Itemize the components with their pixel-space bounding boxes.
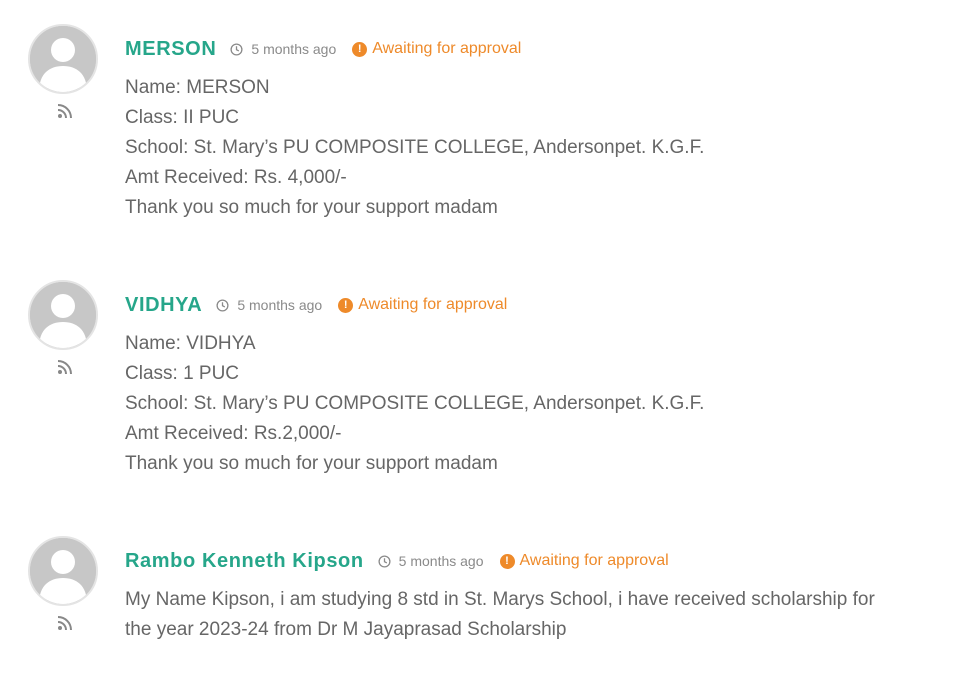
- comment-time[interactable]: 5 months ago: [378, 553, 484, 569]
- comment-time[interactable]: 5 months ago: [216, 297, 322, 313]
- default-avatar-icon: [30, 538, 96, 604]
- warning-icon: !: [352, 41, 368, 57]
- comment-body: Name: MERSON Class: II PUC School: St. M…: [125, 73, 955, 223]
- avatar[interactable]: [28, 280, 98, 350]
- default-avatar-icon: [30, 26, 96, 92]
- comment-time[interactable]: 5 months ago: [230, 41, 336, 57]
- comment-list: MERSON 5 months ago ! Awaiting for appro…: [0, 0, 972, 676]
- rss-icon[interactable]: [57, 615, 73, 631]
- avatar[interactable]: [28, 24, 98, 94]
- rss-icon[interactable]: [57, 103, 73, 119]
- clock-icon: [378, 554, 391, 568]
- comment-line: Amt Received: Rs.2,000/-: [125, 423, 342, 444]
- comment-line: My Name Kipson, i am studying 8 std in S…: [125, 589, 875, 610]
- comment-body: Name: VIDHYA Class: 1 PUC School: St. Ma…: [125, 329, 955, 479]
- comment-line: Class: 1 PUC: [125, 363, 240, 384]
- comment-header: VIDHYA 5 months ago ! Awaiting for appro…: [125, 290, 507, 320]
- comment-line: Name: VIDHYA: [125, 333, 256, 354]
- comment-line: Amt Received: Rs. 4,000/-: [125, 167, 347, 188]
- comment-author[interactable]: MERSON: [125, 38, 216, 61]
- status-text: Awaiting for approval: [519, 552, 669, 569]
- comment-time-text: 5 months ago: [251, 41, 337, 57]
- comment-time-text: 5 months ago: [237, 297, 323, 313]
- comment-line: School: St. Mary’s PU COMPOSITE COLLEGE,…: [125, 137, 705, 158]
- comment-time-text: 5 months ago: [398, 553, 484, 569]
- status-badge: ! Awaiting for approval: [352, 40, 521, 58]
- avatar[interactable]: [28, 536, 98, 606]
- comment-author[interactable]: VIDHYA: [125, 294, 202, 317]
- comment-header: MERSON 5 months ago ! Awaiting for appro…: [125, 34, 521, 64]
- comment-line: Thank you so much for your support madam: [125, 453, 498, 474]
- clock-icon: [216, 298, 229, 312]
- rss-icon[interactable]: [57, 359, 73, 375]
- status-badge: ! Awaiting for approval: [499, 552, 669, 570]
- status-text: Awaiting for approval: [358, 296, 508, 313]
- warning-icon: !: [499, 553, 515, 569]
- comment-body: My Name Kipson, i am studying 8 std in S…: [125, 585, 955, 645]
- status-text: Awaiting for approval: [372, 40, 522, 57]
- warning-icon: !: [338, 297, 354, 313]
- default-avatar-icon: [30, 282, 96, 348]
- comment-line: Class: II PUC: [125, 107, 240, 128]
- comment-header: Rambo Kenneth Kipson 5 months ago ! Awai…: [125, 546, 669, 576]
- comment-line: Name: MERSON: [125, 77, 270, 98]
- comment-line: the year 2023-24 from Dr M Jayaprasad Sc…: [125, 619, 567, 640]
- clock-icon: [230, 42, 243, 56]
- comment-line: Thank you so much for your support madam: [125, 197, 498, 218]
- status-badge: ! Awaiting for approval: [338, 296, 507, 314]
- comment-line: School: St. Mary’s PU COMPOSITE COLLEGE,…: [125, 393, 705, 414]
- comment-author[interactable]: Rambo Kenneth Kipson: [125, 550, 364, 573]
